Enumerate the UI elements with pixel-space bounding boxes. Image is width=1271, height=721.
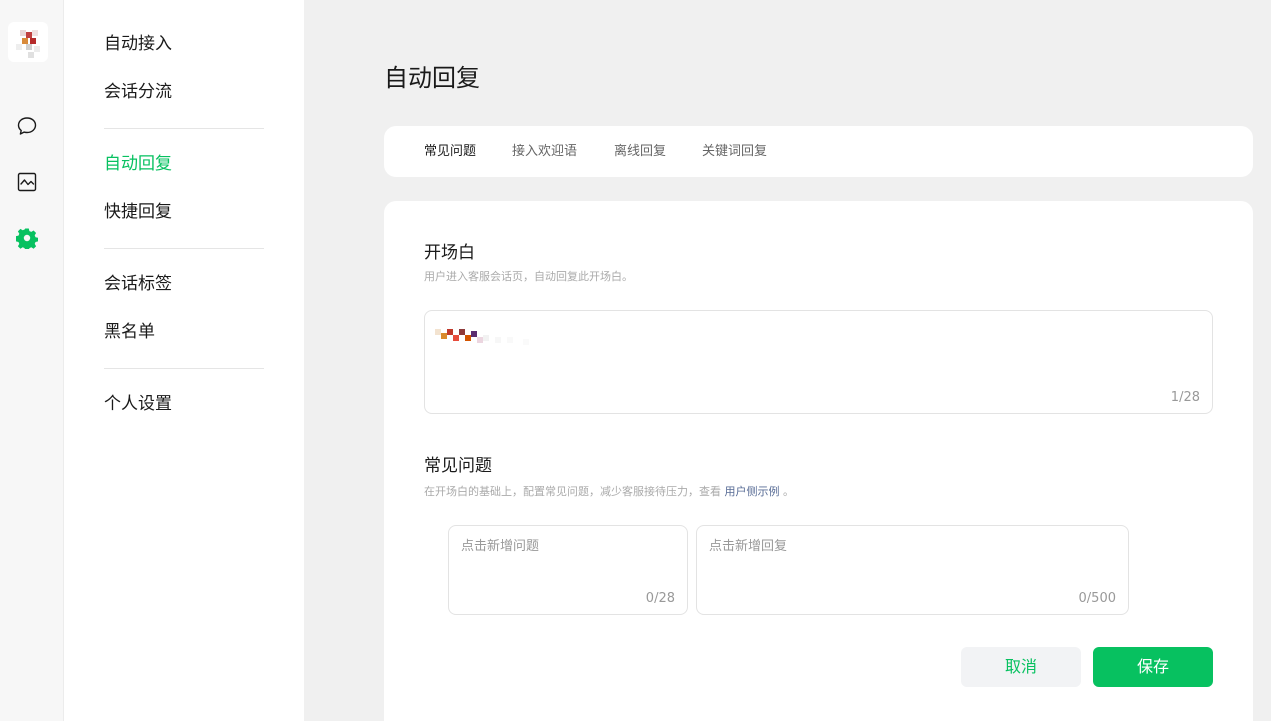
faq-description: 在开场白的基础上，配置常见问题，减少客服接待压力，查看 用户侧示例 。 xyxy=(424,484,794,500)
faq-question-input[interactable]: 点击新增问题 0/28 xyxy=(448,525,688,615)
tab-keyword-reply[interactable]: 关键词回复 xyxy=(702,143,767,161)
faq-title: 常见问题 xyxy=(424,456,492,476)
answer-placeholder: 点击新增回复 xyxy=(709,539,788,554)
opening-message-input[interactable]: 1/28 xyxy=(424,310,1213,414)
save-button[interactable]: 保存 xyxy=(1093,647,1213,687)
faq-description-suffix: 。 xyxy=(779,485,794,498)
menu-divider xyxy=(104,368,264,369)
question-char-counter: 0/28 xyxy=(645,591,675,606)
menu-divider xyxy=(104,248,264,249)
menu-divider xyxy=(104,128,264,129)
icon-rail xyxy=(0,0,64,721)
tab-bar: 常见问题 接入欢迎语 离线回复 关键词回复 xyxy=(384,126,1253,177)
opening-title: 开场白 xyxy=(424,243,475,263)
menu-item-quick-reply[interactable]: 快捷回复 xyxy=(104,200,172,224)
menu-item-blacklist[interactable]: 黑名单 xyxy=(104,320,155,344)
cancel-button[interactable]: 取消 xyxy=(961,647,1081,687)
faq-description-text: 在开场白的基础上，配置常见问题，减少客服接待压力，查看 xyxy=(424,485,725,498)
menu-item-session-tags[interactable]: 会话标签 xyxy=(104,272,172,296)
tab-faq[interactable]: 常见问题 xyxy=(424,143,476,161)
opening-description: 用户进入客服会话页，自动回复此开场白。 xyxy=(424,270,633,283)
menu-item-auto-access[interactable]: 自动接入 xyxy=(104,32,172,56)
settings-icon[interactable] xyxy=(16,227,38,249)
chat-icon[interactable] xyxy=(16,115,38,137)
user-side-example-link[interactable]: 用户侧示例 xyxy=(725,485,780,498)
page-title: 自动回复 xyxy=(384,64,480,92)
tab-welcome-message[interactable]: 接入欢迎语 xyxy=(512,143,577,161)
menu-item-auto-reply[interactable]: 自动回复 xyxy=(104,152,172,176)
menu-item-session-routing[interactable]: 会话分流 xyxy=(104,80,172,104)
tab-offline-reply[interactable]: 离线回复 xyxy=(614,143,666,161)
answer-char-counter: 0/500 xyxy=(1078,591,1116,606)
auto-reply-panel: 开场白 用户进入客服会话页，自动回复此开场白。 1/28 常见问题 在开场白的基… xyxy=(384,201,1253,721)
question-placeholder: 点击新增问题 xyxy=(461,539,540,554)
settings-menu: 自动接入 会话分流 自动回复 快捷回复 会话标签 黑名单 个人设置 xyxy=(64,0,304,721)
opening-char-counter: 1/28 xyxy=(1170,390,1200,405)
faq-answer-input[interactable]: 点击新增回复 0/500 xyxy=(696,525,1129,615)
menu-item-personal-settings[interactable]: 个人设置 xyxy=(104,392,172,416)
avatar[interactable] xyxy=(8,22,48,62)
opening-message-mosaic xyxy=(435,325,535,349)
stats-icon[interactable] xyxy=(16,171,38,193)
